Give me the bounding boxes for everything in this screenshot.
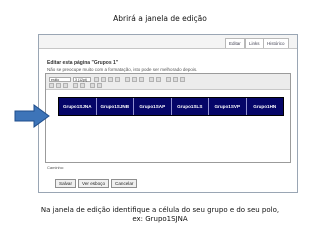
save-button[interactable]: Salvar [55, 179, 77, 188]
redo-button[interactable] [80, 83, 85, 88]
image-button[interactable] [180, 77, 185, 82]
style-select[interactable]: estilo [49, 77, 71, 82]
rich-text-editor[interactable]: estilo 3 (12pt) Grupo1SJNA Grupo1SJNB Gr… [45, 73, 291, 163]
table-cell[interactable]: Grupo1SJNA [59, 98, 97, 115]
editor-toolbar: estilo 3 (12pt) [46, 74, 290, 90]
table-cell[interactable]: Grupo1SVP [209, 98, 247, 115]
bold-button[interactable] [94, 77, 99, 82]
number-list-button[interactable] [156, 77, 161, 82]
page-note: Não se preocupe muito com a formatação, … [47, 67, 198, 72]
table-cell[interactable]: Grupo1SLS [172, 98, 209, 115]
cancel-button[interactable]: Cancelar [111, 179, 138, 188]
tab-bar: Editar Links Histórico [39, 35, 297, 49]
link-button[interactable] [173, 77, 178, 82]
cut-button[interactable] [49, 83, 54, 88]
preview-button[interactable]: Ver esboço [78, 179, 110, 188]
page-title: Editar esta página "Grupos 1" [47, 60, 119, 66]
html-source-button[interactable] [97, 83, 102, 88]
strikethrough-button[interactable] [115, 77, 120, 82]
top-caption: Abrirá a janela de edição [113, 14, 207, 23]
paste-button[interactable] [63, 83, 68, 88]
table-cell[interactable]: Grupo1HN [247, 98, 284, 115]
tab-historico[interactable]: Histórico [263, 38, 289, 48]
action-buttons: Salvar Ver esboço Cancelar [55, 179, 138, 188]
copy-button[interactable] [56, 83, 61, 88]
text-color-button[interactable] [166, 77, 171, 82]
undo-button[interactable] [73, 83, 78, 88]
tab-editar[interactable]: Editar [225, 38, 245, 48]
underline-button[interactable] [108, 77, 113, 82]
bullet-list-button[interactable] [149, 77, 154, 82]
bottom-caption-line2: ex: Grupo1SJNA [132, 215, 188, 223]
bottom-caption-line1: Na janela de edição identifique a célula… [40, 206, 280, 214]
table-button[interactable] [90, 83, 95, 88]
align-right-button[interactable] [139, 77, 144, 82]
wiki-edit-screenshot: Editar Links Histórico Editar esta págin… [38, 34, 298, 193]
table-cell[interactable]: Grupo1SAP [134, 98, 172, 115]
size-select[interactable]: 3 (12pt) [73, 77, 91, 82]
path-label: Caminho: [47, 165, 65, 170]
italic-button[interactable] [101, 77, 106, 82]
bottom-caption: Na janela de edição identifique a célula… [0, 206, 320, 224]
groups-table: Grupo1SJNA Grupo1SJNB Grupo1SAP Grupo1SL… [58, 97, 284, 116]
table-cell[interactable]: Grupo1SJNB [97, 98, 134, 115]
tab-links[interactable]: Links [245, 38, 264, 48]
align-left-button[interactable] [125, 77, 130, 82]
right-arrow-icon [14, 104, 50, 128]
align-center-button[interactable] [132, 77, 137, 82]
